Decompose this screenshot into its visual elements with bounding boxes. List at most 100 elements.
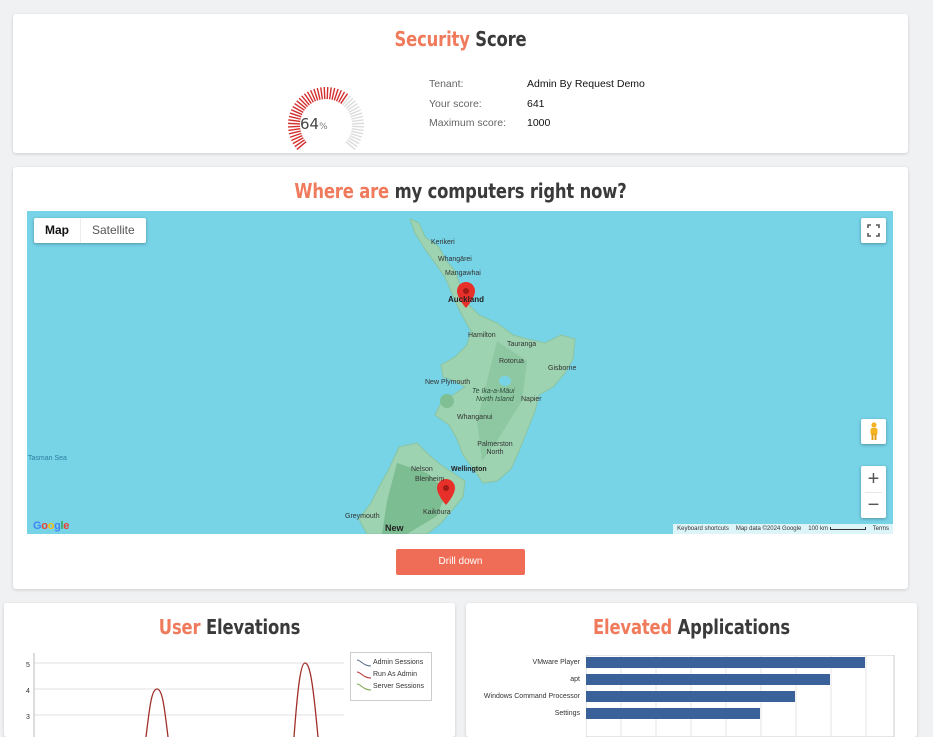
fullscreen-button[interactable] (861, 218, 886, 243)
app-category-label: Windows Command Processor (483, 693, 580, 700)
gauge-tick (326, 87, 329, 100)
place-label: Whanganui (457, 414, 493, 421)
max-score-label: Maximum score: (429, 117, 507, 129)
place-label: Wellington (451, 466, 487, 473)
legend-item: Run As Admin (373, 671, 417, 678)
app-bar (586, 657, 865, 668)
gauge-tick (351, 119, 364, 123)
elevated-applications-title: Elevated Applications (592, 615, 791, 639)
gauge-tick (296, 141, 307, 150)
computers-map-card: Where are my computers right now? Map Sa… (13, 167, 908, 589)
gauge-tick (294, 103, 305, 111)
user-elevations-card: User Elevations 5 4 3 Admin Sessions Run… (4, 603, 455, 737)
place-label: Mangawhai (445, 270, 481, 277)
gauge-tick (323, 87, 326, 100)
gauge-tick (346, 139, 358, 148)
gauge-tick (351, 127, 364, 132)
gauge-tick (331, 87, 336, 100)
drill-down-button[interactable]: Drill down (396, 549, 525, 575)
map-tab[interactable]: Map (34, 218, 80, 243)
gauge-tick (340, 93, 349, 104)
map-data-credit: Map data ©2024 Google (735, 526, 802, 532)
place-label: New (385, 523, 404, 533)
gauge-tick (351, 130, 364, 135)
zoom-control: + − (861, 466, 886, 518)
gauge-value: 64% (300, 115, 328, 133)
user-elevations-chart: 5 4 3 (26, 653, 344, 737)
google-map[interactable]: Map Satellite + − Kerikeri Whangārei Man… (27, 211, 893, 534)
gauge-tick (288, 122, 301, 125)
your-score-value: 641 (527, 98, 545, 110)
security-score-title: Security Score (394, 27, 527, 51)
place-label: Blenheim (415, 476, 445, 483)
gauge-tick (288, 127, 301, 132)
place-label: Tauranga (507, 341, 537, 348)
app-bar (586, 674, 830, 685)
place-label: Kerikeri (431, 239, 455, 246)
street-view-button[interactable] (861, 419, 886, 444)
legend-swatch (357, 671, 371, 679)
gauge-tick (294, 139, 306, 148)
gauge-tick (288, 115, 301, 120)
y-tick: 5 (26, 662, 30, 669)
place-label: Auckland (448, 295, 485, 304)
place-label: Nelson (411, 466, 433, 473)
app-bar (586, 708, 760, 719)
gauge-tick (328, 87, 332, 100)
y-tick: 4 (26, 688, 30, 695)
place-label: Rotorua (499, 358, 524, 365)
place-label: Hamilton (468, 332, 496, 339)
gauge-tick (351, 125, 364, 128)
satellite-tab[interactable]: Satellite (80, 218, 146, 243)
map-attribution: Keyboard shortcuts Map data ©2024 Google… (673, 524, 893, 534)
your-score-label: Your score: (429, 98, 482, 110)
gauge-tick (347, 103, 358, 111)
app-category-label: apt (570, 676, 580, 683)
legend-item: Admin Sessions (373, 659, 424, 666)
place-label: Whangārei (438, 256, 472, 263)
google-logo: Google (33, 520, 70, 532)
keyboard-shortcuts-link[interactable]: Keyboard shortcuts (677, 525, 729, 533)
security-score-card: Security Score 64% Tenant: Admin By Requ… (13, 14, 908, 153)
gauge-tick (316, 87, 321, 100)
gauge-tick (288, 125, 301, 128)
gauge-tick (288, 119, 301, 123)
gauge-tick (351, 115, 364, 120)
place-label: New Plymouth (425, 379, 471, 386)
terms-link[interactable]: Terms (873, 525, 889, 533)
zoom-out-button[interactable]: − (861, 493, 886, 518)
place-label: Greymouth (345, 513, 380, 520)
chart-legend: Admin Sessions Run As Admin Server Sessi… (350, 652, 432, 701)
app-category-label: VMware Player (532, 659, 580, 666)
place-label: Te Ika-a-Māui (472, 388, 515, 395)
legend-item: Server Sessions (373, 683, 424, 690)
elevated-applications-card: Elevated Applications VMware Player apt … (466, 603, 917, 737)
legend-swatch (357, 659, 371, 667)
user-elevations-title: User Elevations (158, 615, 301, 639)
map-section-title: Where are my computers right now? (294, 179, 627, 203)
gauge-tick (288, 130, 301, 135)
legend-swatch (357, 683, 371, 691)
admin-sessions-line (293, 662, 319, 737)
sea-label: Tasman Sea (28, 455, 67, 462)
zoom-in-button[interactable]: + (861, 466, 886, 492)
gauge-tick (351, 122, 364, 125)
scale-bar: 100 km (808, 525, 866, 533)
place-label: Gisborne (548, 365, 577, 372)
y-tick: 3 (26, 714, 30, 721)
gauge-tick (303, 93, 312, 104)
place-label: North Island (476, 396, 514, 403)
map-type-control[interactable]: Map Satellite (34, 218, 146, 243)
tenant-label: Tenant: (429, 78, 464, 90)
street-view-pegman-icon (870, 422, 877, 440)
gauge-tick (320, 87, 324, 100)
place-label: Palmerston North (477, 441, 513, 456)
fullscreen-icon (867, 224, 880, 237)
app-bar (586, 691, 795, 702)
place-label: Kaikōura (423, 509, 451, 516)
admin-sessions-line (145, 688, 169, 737)
app-category-label: Settings (554, 710, 580, 717)
tenant-value: Admin By Request Demo (527, 78, 645, 90)
gauge-tick (345, 141, 356, 150)
max-score-value: 1000 (527, 117, 551, 129)
